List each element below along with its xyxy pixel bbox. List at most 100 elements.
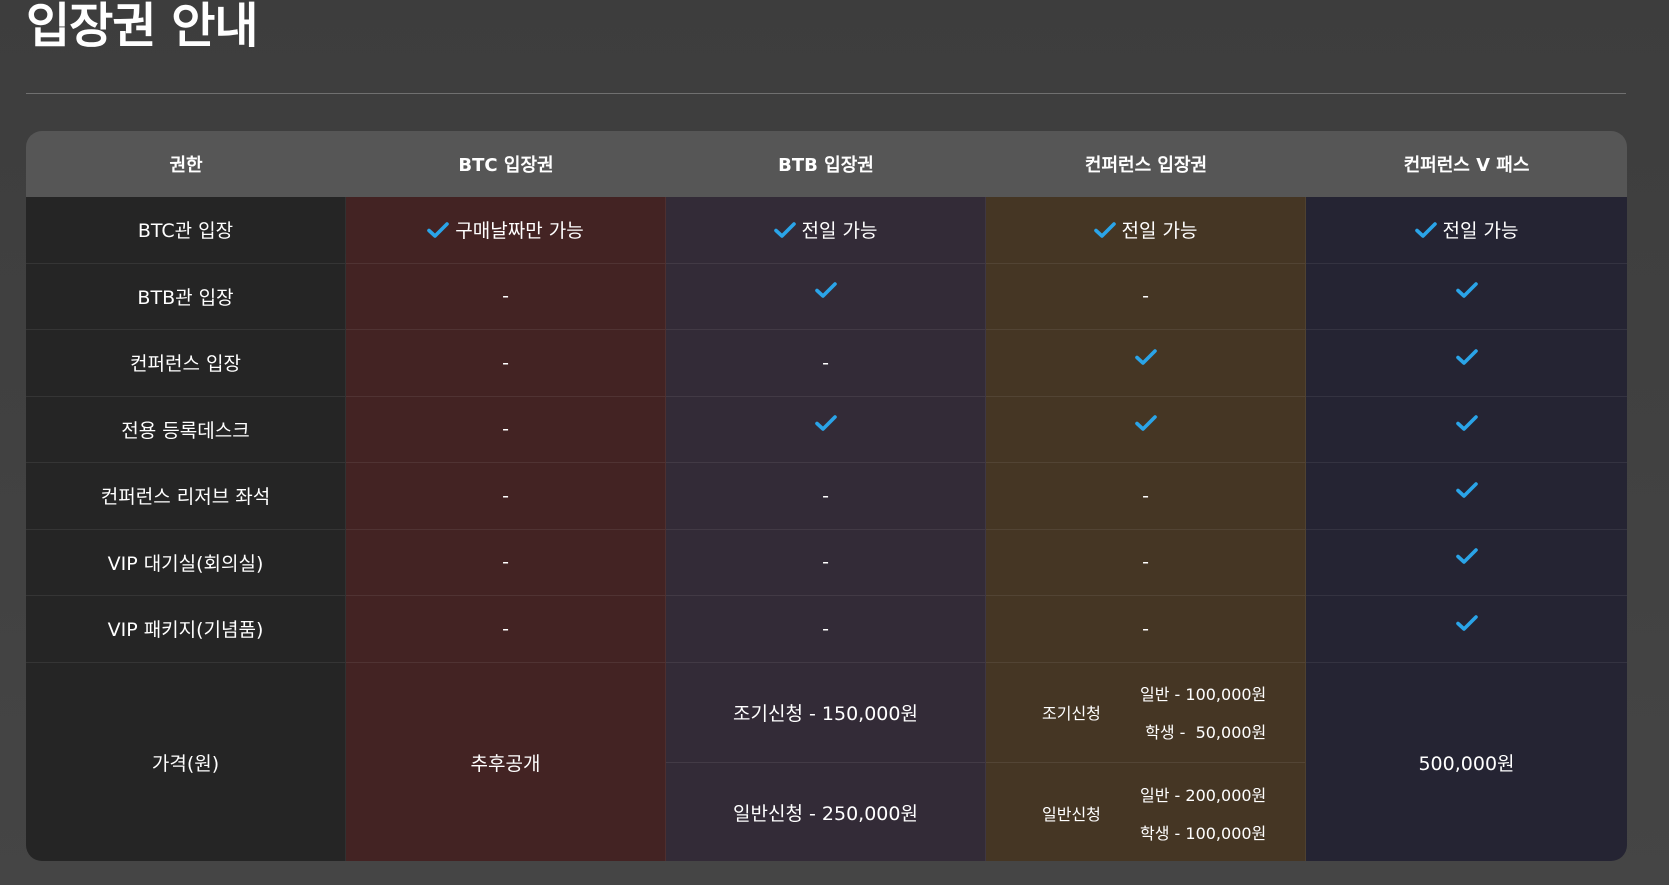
row-label-text: BTB관 입장 [137,286,234,309]
price-label-text: 가격(원) [151,753,220,775]
dash-text: - [1142,285,1149,308]
row-label-text: BTC관 입장 [137,220,234,243]
price-conf-general: 일반신청 일반 - 200,000원 학생 - 100,000원 [986,763,1305,861]
cell-vpass [1306,263,1627,330]
availability-text: 전일 가능 [1121,220,1198,243]
cell-btb: - [666,596,986,663]
check-icon [1455,281,1478,299]
page-title: 입장권 안내 [26,0,259,54]
row-label: BTC관 입장 [26,197,346,264]
cell-vpass [1306,396,1627,463]
row-label-text: 컨퍼런스 입장 [130,353,241,376]
row-label-text: 전용 등록데스크 [121,419,250,442]
price-btb-early: 조기신청 - 150,000원 [666,663,985,763]
price-vpass: 500,000원 [1306,662,1627,861]
cell-btc: - [346,330,666,397]
check-icon [1134,348,1157,366]
cell-conference [986,396,1306,463]
availability-text: 전일 가능 [801,220,878,243]
cell-vpass [1306,529,1627,596]
cell-vpass: 전일 가능 [1306,197,1627,264]
dash-text: - [822,484,829,507]
price-btc: 추후공개 [346,662,666,861]
cell-btb: 전일 가능 [666,197,986,264]
cell-vpass [1306,463,1627,530]
header-conference-ticket: 컨퍼런스 입장권 [986,131,1306,197]
check-icon [1093,221,1116,239]
dash-text: - [822,551,829,574]
cell-vpass [1306,330,1627,397]
availability-text: 전일 가능 [1442,220,1519,243]
cell-conference: - [986,596,1306,663]
cell-btb [666,263,986,330]
dash-text: - [1142,484,1149,507]
cell-btc: - [346,263,666,330]
row-label: 전용 등록데스크 [26,396,346,463]
price-conference: 조기신청 일반 - 100,000원 학생 - 50,000원 일반신청 일반 … [986,662,1306,861]
cell-btc: 구매날짜만 가능 [346,197,666,264]
price-btc-text: 추후공개 [470,753,541,775]
price-vpass-text: 500,000원 [1418,753,1515,775]
cell-btb: - [666,463,986,530]
header-btc-ticket: BTC 입장권 [346,131,666,197]
price-conf-general-student: 학생 - 100,000원 [1140,823,1267,843]
cell-conference: - [986,263,1306,330]
check-icon [814,414,837,432]
cell-btc: - [346,596,666,663]
cell-conference [986,330,1306,397]
dash-text: - [1142,617,1149,640]
check-icon [1455,614,1478,632]
price-conf-early: 조기신청 일반 - 100,000원 학생 - 50,000원 [986,663,1305,763]
row-label-text: VIP 대기실(회의실) [107,552,264,575]
availability-text: 구매날짜만 가능 [455,220,584,243]
check-icon [1455,348,1478,366]
check-icon [1455,414,1478,432]
price-conf-general-general: 일반 - 200,000원 [1140,785,1267,805]
row-label: 컨퍼런스 리저브 좌석 [26,463,346,530]
cell-conference: 전일 가능 [986,197,1306,264]
row-label: BTB관 입장 [26,263,346,330]
cell-btc: - [346,396,666,463]
header-permission: 권한 [26,131,346,197]
row-label-text: VIP 패키지(기념품) [107,619,264,642]
check-icon [814,281,837,299]
ticket-comparison-table: 권한 BTC 입장권 BTB 입장권 컨퍼런스 입장권 컨퍼런스 V 패스 BT… [26,131,1627,861]
cell-conference: - [986,529,1306,596]
row-label: VIP 대기실(회의실) [26,529,346,596]
price-btb: 조기신청 - 150,000원 일반신청 - 250,000원 [666,662,986,861]
dash-text: - [502,617,509,640]
dash-text: - [822,617,829,640]
price-conf-early-general: 일반 - 100,000원 [1140,685,1267,705]
cell-conference: - [986,463,1306,530]
cell-btb: - [666,529,986,596]
cell-btc: - [346,529,666,596]
row-label: VIP 패키지(기념품) [26,596,346,663]
price-btb-general: 일반신청 - 250,000원 [733,803,918,826]
row-label: 컨퍼런스 입장 [26,330,346,397]
price-conf-early-label: 조기신청 [1042,704,1101,724]
cell-vpass [1306,596,1627,663]
header-btb-ticket: BTB 입장권 [666,131,986,197]
price-conf-general-label: 일반신청 [1042,804,1101,824]
dash-text: - [502,351,509,374]
check-icon [1455,481,1478,499]
check-icon [427,221,450,239]
cell-btb [666,396,986,463]
dash-text: - [1142,551,1149,574]
price-conf-early-student: 학생 - 50,000원 [1145,723,1267,743]
dash-text: - [502,285,509,308]
dash-text: - [502,418,509,441]
check-icon [1414,221,1437,239]
dash-text: - [822,351,829,374]
header-conference-vpass: 컨퍼런스 V 패스 [1306,131,1627,197]
check-icon [1455,547,1478,565]
title-divider [26,93,1626,94]
check-icon [1134,414,1157,432]
check-icon [773,221,796,239]
dash-text: - [502,551,509,574]
cell-btc: - [346,463,666,530]
row-label-text: 컨퍼런스 리저브 좌석 [100,486,271,509]
dash-text: - [502,484,509,507]
cell-btb: - [666,330,986,397]
price-label: 가격(원) [26,662,346,861]
